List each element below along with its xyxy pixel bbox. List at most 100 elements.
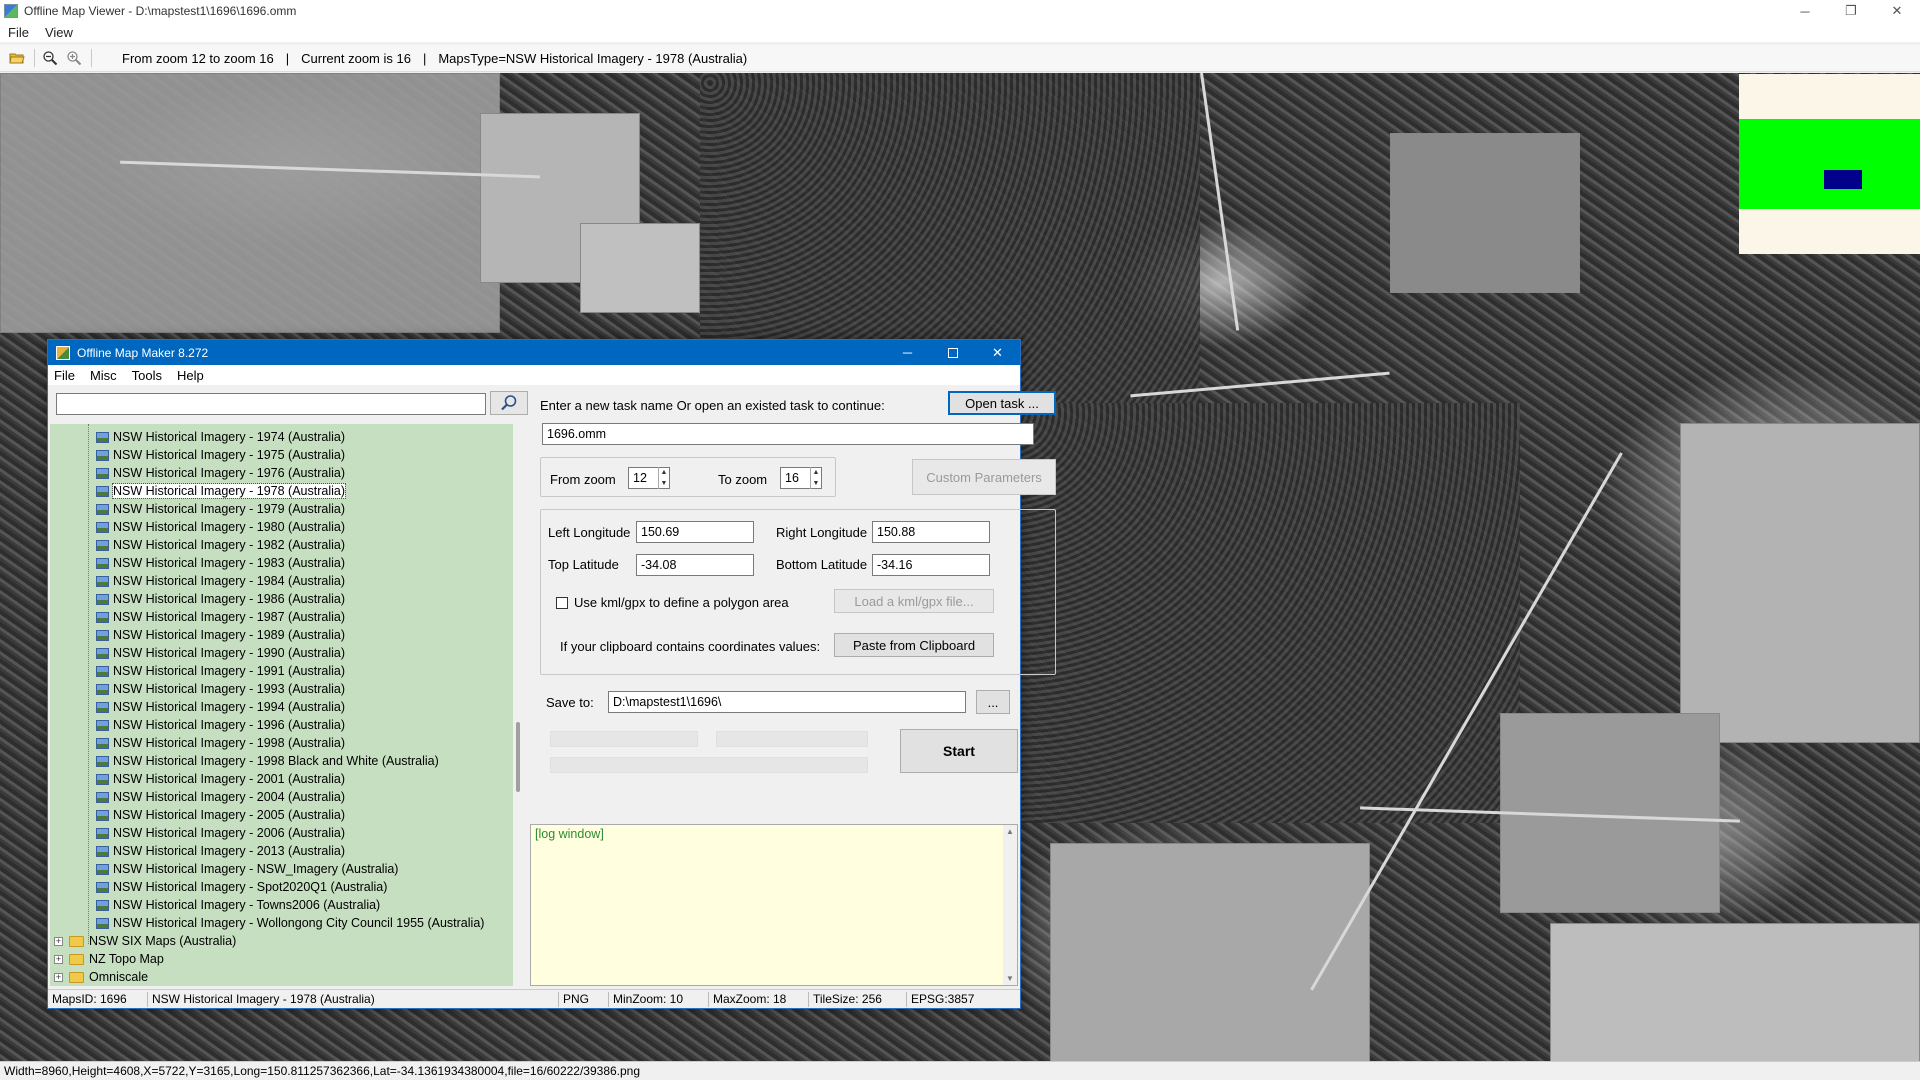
dialog-title: Offline Map Maker 8.272 [77,345,209,360]
overview-map[interactable] [1739,74,1920,254]
tree-item-map-type[interactable]: NSW Historical Imagery - Wollongong City… [96,914,484,932]
custom-parameters-button[interactable]: Custom Parameters [912,459,1056,495]
tree-item-map-type[interactable]: NSW Historical Imagery - 1993 (Australia… [96,680,345,698]
right-longitude-field[interactable]: 150.88 [872,521,990,543]
tree-scrollbar[interactable] [513,424,525,986]
map-layer-icon [96,593,109,605]
tree-item-map-type[interactable]: NSW Historical Imagery - 1980 (Australia… [96,518,345,536]
tree-item-map-type[interactable]: NSW Historical Imagery - 1978 (Australia… [96,482,347,500]
open-folder-button[interactable] [6,47,28,69]
map-layer-icon [96,629,109,641]
use-kml-checkbox[interactable] [556,597,568,609]
tree-item-map-type[interactable]: NSW Historical Imagery - Towns2006 (Aust… [96,896,380,914]
dialog-menu-tools[interactable]: Tools [132,368,162,383]
dialog-menu-file[interactable]: File [54,368,75,383]
tree-item-map-type[interactable]: NSW Historical Imagery - 1987 (Australia… [96,608,345,626]
log-window[interactable]: [log window] ▲ ▼ [530,824,1018,986]
tree-scrollbar-thumb[interactable] [516,722,520,792]
tree-item-map-type[interactable]: NSW Historical Imagery - 1991 (Australia… [96,662,345,680]
tree-item-map-type[interactable]: NSW Historical Imagery - 1984 (Australia… [96,572,345,590]
tree-item-label: NSW Historical Imagery - 1976 (Australia… [113,466,346,480]
tree-item-map-type[interactable]: NSW Historical Imagery - 1975 (Australia… [96,446,345,464]
spin-down-icon[interactable]: ▼ [659,478,669,489]
close-button[interactable]: ✕ [1874,0,1920,22]
map-layer-icon [96,917,109,929]
paste-from-clipboard-button[interactable]: Paste from Clipboard [834,633,994,657]
map-layer-icon [96,773,109,785]
tree-item-map-type[interactable]: NSW Historical Imagery - 1979 (Australia… [96,500,345,518]
dialog-menu-misc[interactable]: Misc [90,368,117,383]
browse-folder-button[interactable]: ... [976,690,1010,714]
expand-icon[interactable]: + [54,972,63,982]
use-kml-label: Use kml/gpx to define a polygon area [574,595,789,610]
tree-item-map-type[interactable]: NSW Historical Imagery - 1994 (Australia… [96,698,345,716]
to-zoom-spinner[interactable]: ▲ ▼ [810,467,821,489]
top-latitude-label: Top Latitude [548,557,619,572]
tree-item-map-type[interactable]: NSW Historical Imagery - 1974 (Australia… [96,428,345,446]
minimize-button[interactable]: ─ [1782,0,1828,22]
tree-item-map-type[interactable]: NSW Historical Imagery - 2001 (Australia… [96,770,345,788]
tree-item-map-type[interactable]: NSW Historical Imagery - 2013 (Australia… [96,842,345,860]
tree-group-label: NSW SIX Maps (Australia) [89,934,237,948]
tree-item-label: NSW Historical Imagery - 1975 (Australia… [113,448,346,462]
tree-item-map-type[interactable]: NSW Historical Imagery - 1989 (Australia… [96,626,345,644]
tree-item-map-type[interactable]: NSW Historical Imagery - 1982 (Australia… [96,536,345,554]
menu-file[interactable]: File [8,25,29,40]
from-zoom-spinner[interactable]: ▲ ▼ [658,467,669,489]
top-latitude-field[interactable]: -34.08 [636,554,754,576]
tree-item-label: NSW Historical Imagery - 2005 (Australia… [113,808,346,822]
scroll-up-icon[interactable]: ▲ [1006,827,1014,836]
status-separator [558,992,559,1007]
expand-icon[interactable]: + [54,936,63,946]
load-kml-button[interactable]: Load a kml/gpx file... [834,589,994,613]
menu-view[interactable]: View [45,25,73,40]
bottom-latitude-field[interactable]: -34.16 [872,554,990,576]
scroll-down-icon[interactable]: ▼ [1006,974,1014,983]
left-longitude-field[interactable]: 150.69 [636,521,754,543]
overview-viewport-indicator[interactable] [1824,170,1862,189]
task-name-field[interactable]: 1696.omm [542,423,1034,445]
tree-group[interactable]: + NSW SIX Maps (Australia) [54,932,236,950]
toolbar-divider: | [422,50,427,66]
tree-item-label: NSW Historical Imagery - 1991 (Australia… [113,664,346,678]
tree-group[interactable]: + NZ Topo Map [54,950,164,968]
task-prompt-label: Enter a new task name Or open an existed… [540,398,885,413]
tree-item-map-type[interactable]: NSW Historical Imagery - 1986 (Australia… [96,590,345,608]
tree-item-map-type[interactable]: NSW Historical Imagery - Spot2020Q1 (Aus… [96,878,387,896]
tree-item-map-type[interactable]: NSW Historical Imagery - 1996 (Australia… [96,716,345,734]
spin-down-icon[interactable]: ▼ [811,478,821,489]
dialog-window-controls: ─ ✕ [885,340,1020,365]
map-search-input[interactable] [56,393,486,415]
progress-bar [550,757,868,773]
tree-group[interactable]: + Omniscale [54,968,148,986]
tree-item-map-type[interactable]: NSW Historical Imagery - 2004 (Australia… [96,788,345,806]
map-types-tree[interactable]: NSW Historical Imagery - 1974 (Australia… [50,424,514,986]
tree-item-map-type[interactable]: NSW Historical Imagery - 2006 (Australia… [96,824,345,842]
dialog-maximize-button[interactable] [930,340,975,365]
zoom-out-button[interactable] [39,47,61,69]
save-to-field[interactable]: D:\mapstest1\1696\ [608,691,966,713]
tree-item-map-type[interactable]: NSW Historical Imagery - 1990 (Australia… [96,644,345,662]
map-search-button[interactable] [490,391,528,415]
open-task-button[interactable]: Open task ... [948,391,1056,415]
dialog-menu-help[interactable]: Help [177,368,204,383]
maximize-icon [947,347,958,358]
spin-up-icon[interactable]: ▲ [659,467,669,478]
map-road [1200,73,1240,331]
tree-item-map-type[interactable]: NSW Historical Imagery - 1998 (Australia… [96,734,345,752]
tree-item-map-type[interactable]: NSW Historical Imagery - 2005 (Australia… [96,806,345,824]
start-button[interactable]: Start [900,729,1018,773]
to-zoom-label: To zoom [718,472,768,487]
tree-item-map-type[interactable]: NSW Historical Imagery - 1976 (Australia… [96,464,345,482]
tree-item-map-type[interactable]: NSW Historical Imagery - 1998 Black and … [96,752,439,770]
dialog-titlebar: Offline Map Maker 8.272 ─ ✕ [48,340,1020,365]
dialog-minimize-button[interactable]: ─ [885,340,930,365]
tree-item-map-type[interactable]: NSW Historical Imagery - 1983 (Australia… [96,554,345,572]
spin-up-icon[interactable]: ▲ [811,467,821,478]
expand-icon[interactable]: + [54,954,63,964]
tree-item-map-type[interactable]: NSW Historical Imagery - NSW_Imagery (Au… [96,860,398,878]
dialog-close-button[interactable]: ✕ [975,340,1020,365]
log-scrollbar[interactable]: ▲ ▼ [1003,825,1017,985]
restore-button[interactable]: ❐ [1828,0,1874,22]
zoom-in-button[interactable] [63,47,85,69]
